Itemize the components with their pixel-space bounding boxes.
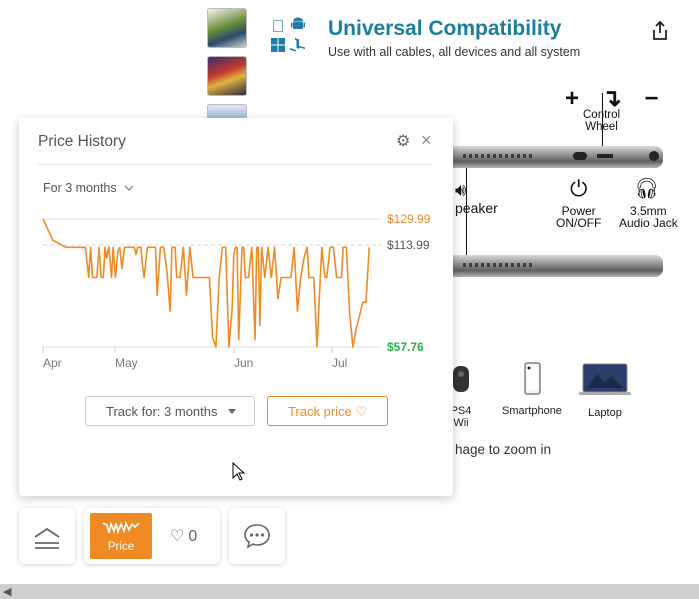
horizontal-scrollbar[interactable]: ◀ [0,584,699,599]
monitor-top-edge [453,146,663,168]
expand-button[interactable] [19,508,75,564]
audio-jack-label: 3.5mm Audio Jack [619,204,678,230]
laptop-icon [577,362,633,401]
track-duration-value: Track for: 3 months [106,404,218,419]
x-tick-label: Jun [234,356,253,370]
product-thumbnail[interactable] [207,56,247,96]
price-series-line [42,218,370,348]
share-icon[interactable] [650,20,672,42]
price-history-panel: Price History ⚙ × For 3 months Apr May Jun… [19,118,453,496]
price-button-label: Price [107,541,135,553]
monitor-bottom-edge [453,255,663,277]
price-button[interactable]: Price [90,513,152,559]
track-price-button[interactable]: Track price ♡ [267,396,388,426]
track-price-label: Track price [287,404,352,419]
speaker-grille [463,263,533,267]
caret-down-icon [228,409,236,414]
product-thumbnail[interactable] [207,8,247,48]
speaker-label: peaker [455,200,498,216]
price-low-label: $57.76 [387,340,424,354]
like-count: 0 [188,528,198,545]
x-tick-label: May [115,356,138,370]
heart-icon: ♡ [355,404,368,419]
control-wheel-port [597,154,613,158]
x-tick-label: Apr [43,356,62,370]
chevron-up-icon [34,527,60,549]
audio-jack-port [649,151,659,161]
power-icon: ⏻ [570,176,588,201]
chat-button[interactable] [229,508,285,564]
price-mid-label: $113.99 [387,238,430,252]
track-duration-select[interactable]: Track for: 3 months [85,396,255,426]
playstation-icon [288,37,308,57]
android-icon [288,16,308,36]
smartphone-icon [502,362,562,399]
power-label: Power ON/OFF [556,204,602,230]
price-sparkline-icon [102,520,140,535]
zoom-hint: hage to zoom in [455,442,552,457]
price-like-group: Price ♡ 0 [84,508,220,564]
apple-icon:  [268,17,288,37]
x-tick-label: Jul [332,356,347,370]
speaker-grille [463,154,533,158]
windows-icon [268,37,288,57]
device-label: Smartphone [502,405,562,417]
device-label: Laptop [588,407,622,419]
os-icon-group:  [268,16,318,58]
compatibility-title: Universal Compatibility [328,17,562,40]
mouse-cursor [232,461,246,487]
heart-icon: ♡ [170,528,185,545]
pointer-line [602,93,603,146]
price-high-label: $129.99 [387,212,431,226]
like-button[interactable]: ♡ 0 [170,526,197,546]
headphone-icon: 🎧︎ [634,178,660,200]
price-chart: Apr May Jun Jul $129.99 $113.99 $57.76 [42,212,431,370]
scroll-left-arrow[interactable]: ◀ [3,585,11,598]
speaker-icon: 🔊︎ [455,180,467,200]
device-laptop: Laptop [577,362,633,419]
chat-icon [244,524,270,549]
compatibility-subtitle: Use with all cables, all devices and all… [328,45,581,59]
usb-port [573,152,587,160]
device-smartphone: Smartphone [502,362,562,417]
